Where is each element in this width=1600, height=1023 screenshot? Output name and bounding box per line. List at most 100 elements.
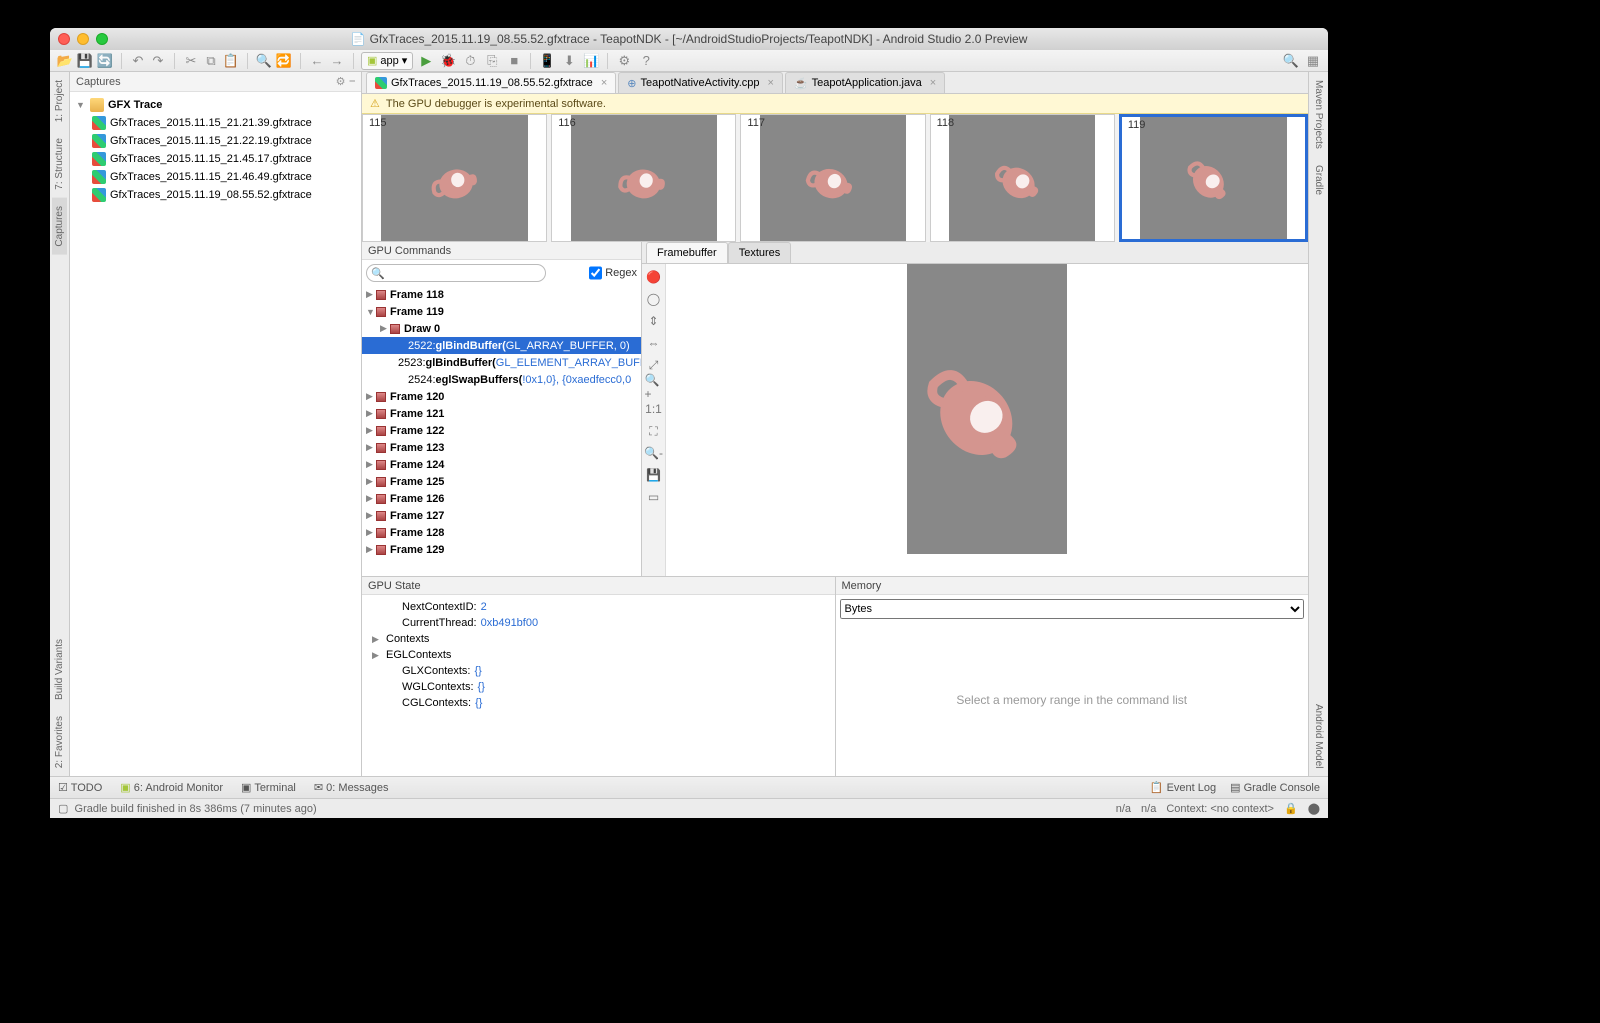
transpose-icon[interactable]: ⤢ — [645, 356, 663, 374]
gpu-command-row[interactable]: ▶Frame 129 — [362, 541, 641, 558]
zoom-in-icon[interactable]: 🔍+ — [645, 378, 663, 396]
gpu-state-row[interactable]: ▶Contexts — [372, 631, 825, 647]
save-image-icon[interactable]: 💾 — [645, 466, 663, 484]
run-config-selector[interactable]: ▣ app ▾ — [361, 52, 413, 70]
monitor-icon[interactable]: 📊 — [582, 52, 600, 70]
captures-tree[interactable]: ▼ GFX Trace GfxTraces_2015.11.15_21.21.3… — [70, 92, 361, 776]
open-icon[interactable]: 📂 — [56, 52, 74, 70]
gpu-state-row[interactable]: CGLContexts: {} — [372, 695, 825, 711]
profile-button[interactable]: ⏱ — [461, 52, 479, 70]
gpu-command-row[interactable]: ▶Frame 123 — [362, 439, 641, 456]
capture-file[interactable]: GfxTraces_2015.11.15_21.46.49.gfxtrace — [70, 168, 361, 186]
gpu-state-row[interactable]: ▶EGLContexts — [372, 647, 825, 663]
captures-root[interactable]: ▼ GFX Trace — [70, 96, 361, 114]
sidebar-tab-project[interactable]: 1: Project — [52, 72, 67, 130]
editor-tab-cpp[interactable]: ⊕TeapotNativeActivity.cpp× — [618, 72, 783, 93]
panel-hide-icon[interactable]: ⎯ — [350, 75, 356, 88]
status-context[interactable]: Context: <no context> — [1166, 803, 1274, 815]
frame-thumb-115[interactable]: 115 — [362, 114, 547, 242]
run-button[interactable]: ▶ — [417, 52, 435, 70]
gpu-command-row[interactable]: ▶Draw 0 — [362, 320, 641, 337]
gpu-command-row[interactable]: 2522: glBindBuffer(GL_ARRAY_BUFFER, 0) — [362, 337, 641, 354]
sidebar-tab-favorites[interactable]: 2: Favorites — [52, 708, 67, 776]
sidebar-tab-gradle[interactable]: Gradle — [1311, 157, 1326, 203]
editor-tab-gfxtrace[interactable]: GfxTraces_2015.11.19_08.55.52.gfxtrace× — [366, 72, 616, 93]
sync-icon[interactable]: 🔄 — [96, 52, 114, 70]
memory-format-select[interactable]: Bytes — [840, 599, 1305, 619]
tab-textures[interactable]: Textures — [728, 242, 792, 263]
capture-file[interactable]: GfxTraces_2015.11.19_08.55.52.gfxtrace — [70, 186, 361, 204]
gpu-command-row[interactable]: ▶Frame 125 — [362, 473, 641, 490]
frame-thumb-116[interactable]: 116 — [551, 114, 736, 242]
gpu-commands-search-input[interactable] — [366, 264, 546, 282]
zoom-out-icon[interactable]: 🔍- — [645, 444, 663, 462]
framebuffer-view[interactable] — [666, 264, 1308, 576]
gpu-command-row[interactable]: ▶Frame 118 — [362, 286, 641, 303]
wireframe-icon[interactable]: ◯ — [645, 290, 663, 308]
gpu-command-row[interactable]: ▶Frame 124 — [362, 456, 641, 473]
bottom-tab-event-log[interactable]: 📋 Event Log — [1150, 781, 1216, 794]
ide-settings-icon[interactable]: ▦ — [1304, 52, 1322, 70]
find-icon[interactable]: 🔍 — [255, 52, 273, 70]
back-icon[interactable]: ← — [308, 52, 326, 70]
panel-gear-icon[interactable]: ⚙ — [336, 75, 346, 88]
zoom-actual-icon[interactable]: 1:1 — [645, 400, 663, 418]
sidebar-tab-build-variants[interactable]: Build Variants — [52, 631, 67, 708]
sidebar-tab-maven[interactable]: Maven Projects — [1311, 72, 1326, 157]
gpu-state-row[interactable]: GLXContexts: {} — [372, 663, 825, 679]
gpu-state-tree[interactable]: NextContextID: 2CurrentThread: 0xb491bf0… — [362, 595, 835, 776]
status-lock-icon[interactable]: 🔒 — [1284, 802, 1298, 815]
debug-button[interactable]: 🐞 — [439, 52, 457, 70]
gpu-command-row[interactable]: ▶Frame 120 — [362, 388, 641, 405]
frame-thumb-119[interactable]: 119 — [1119, 114, 1308, 242]
bottom-tab-todo[interactable]: ☑ TODO — [58, 781, 102, 794]
save-icon[interactable]: 💾 — [76, 52, 94, 70]
color-channel-icon[interactable]: 🔴 — [645, 268, 663, 286]
gpu-state-row[interactable]: WGLContexts: {} — [372, 679, 825, 695]
sidebar-tab-captures[interactable]: Captures — [52, 198, 67, 255]
paste-icon[interactable]: 📋 — [222, 52, 240, 70]
status-processes-icon[interactable]: ⬤ — [1308, 802, 1320, 815]
stop-button[interactable]: ■ — [505, 52, 523, 70]
forward-icon[interactable]: → — [328, 52, 346, 70]
close-tab-icon[interactable]: × — [601, 77, 607, 89]
attach-button[interactable]: ⎘ — [483, 52, 501, 70]
frame-thumbnail-strip[interactable]: 115 116 117 118 119 — [362, 114, 1308, 242]
copy-icon[interactable]: ⧉ — [202, 52, 220, 70]
bottom-tab-gradle-console[interactable]: ▤ Gradle Console — [1230, 781, 1320, 794]
flip-v-icon[interactable]: ⇕ — [645, 312, 663, 330]
frame-thumb-117[interactable]: 117 — [740, 114, 925, 242]
flip-h-icon[interactable]: ⇔ — [645, 334, 663, 352]
select-region-icon[interactable]: ▭ — [645, 488, 663, 506]
sidebar-tab-structure[interactable]: 7: Structure — [52, 130, 67, 198]
gpu-commands-tree[interactable]: ▶Frame 118▼Frame 119▶Draw 02522: glBindB… — [362, 286, 641, 576]
undo-icon[interactable]: ↶ — [129, 52, 147, 70]
gpu-command-row[interactable]: 2524: eglSwapBuffers(!0x1,0}, {0xaedfecc… — [362, 371, 641, 388]
cut-icon[interactable]: ✂ — [182, 52, 200, 70]
close-tab-icon[interactable]: × — [930, 77, 936, 89]
close-tab-icon[interactable]: × — [768, 77, 774, 89]
tab-framebuffer[interactable]: Framebuffer — [646, 242, 728, 263]
gpu-command-row[interactable]: ▶Frame 126 — [362, 490, 641, 507]
replace-icon[interactable]: 🔁 — [275, 52, 293, 70]
sidebar-tab-android-model[interactable]: Android Model — [1311, 696, 1326, 776]
help-icon[interactable]: ? — [637, 52, 655, 70]
gpu-command-row[interactable]: ▶Frame 122 — [362, 422, 641, 439]
expand-arrow-icon[interactable]: ▼ — [76, 100, 86, 110]
capture-file[interactable]: GfxTraces_2015.11.15_21.45.17.gfxtrace — [70, 150, 361, 168]
avd-icon[interactable]: 📱 — [538, 52, 556, 70]
editor-tab-java[interactable]: ☕TeapotApplication.java× — [785, 72, 945, 93]
gpu-command-row[interactable]: ▶Frame 128 — [362, 524, 641, 541]
redo-icon[interactable]: ↷ — [149, 52, 167, 70]
bottom-tab-messages[interactable]: ✉ 0: Messages — [314, 781, 389, 794]
bottom-tab-terminal[interactable]: ▣ Terminal — [241, 781, 296, 794]
gpu-command-row[interactable]: 2523: glBindBuffer(GL_ELEMENT_ARRAY_BUFF — [362, 354, 641, 371]
frame-thumb-118[interactable]: 118 — [930, 114, 1115, 242]
status-toggle-icon[interactable]: ▢ — [58, 802, 68, 815]
gpu-command-row[interactable]: ▼Frame 119 — [362, 303, 641, 320]
gpu-state-row[interactable]: CurrentThread: 0xb491bf00 — [372, 615, 825, 631]
settings-icon[interactable]: ⚙ — [615, 52, 633, 70]
zoom-fit-icon[interactable]: ⛶ — [645, 422, 663, 440]
gpu-command-row[interactable]: ▶Frame 121 — [362, 405, 641, 422]
sdk-icon[interactable]: ⬇ — [560, 52, 578, 70]
